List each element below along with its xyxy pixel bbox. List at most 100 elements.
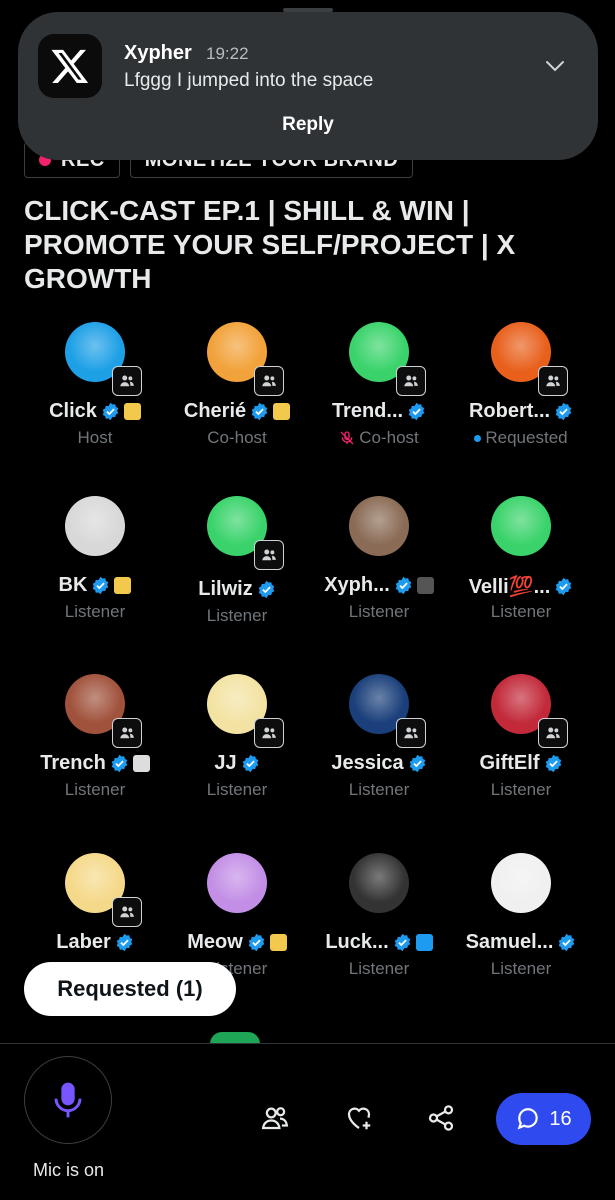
speaker-badge: [538, 718, 568, 748]
participant-role: Listener: [206, 606, 268, 625]
avatar[interactable]: [65, 496, 125, 556]
speaker-badge-icon: [262, 549, 276, 561]
speaker-badge: [254, 718, 284, 748]
participant-role: Listener: [490, 959, 552, 978]
participant-role-line: Listener: [304, 959, 454, 979]
verified-icon: [559, 933, 575, 952]
participant-name-line: Robert...: [446, 400, 596, 423]
participant-role: Listener: [490, 602, 552, 621]
participant-name: Laber: [56, 931, 111, 953]
speaker-badge: [538, 366, 568, 396]
avatar[interactable]: [491, 496, 551, 556]
participant-name-line: Click: [20, 400, 170, 423]
participant-name: Click: [49, 400, 97, 422]
verified-icon: [248, 933, 265, 952]
chat-button[interactable]: 16: [496, 1093, 591, 1145]
participant-name-line: Cherié: [162, 400, 312, 423]
participant-role: Requested: [485, 428, 568, 447]
participant-role-line: Listener: [446, 959, 596, 979]
participant-role-line: Host: [20, 428, 170, 448]
participant-role-line: Listener: [446, 602, 596, 622]
participant-name-line: GiftElf: [446, 752, 596, 775]
participant-name: Robert...: [468, 400, 551, 422]
participant-role-line: Listener: [162, 606, 312, 626]
space-title: CLICK-CAST EP.1 | SHILL & WIN | PROMOTE …: [24, 195, 516, 294]
speaker-badge-icon: [262, 375, 276, 387]
participant-role-line: Listener: [20, 780, 170, 800]
participant-role: Listener: [348, 959, 410, 978]
participant-role-line: Listener: [20, 602, 170, 622]
requested-button[interactable]: Requested (1): [24, 962, 236, 1016]
speaker-badge: [396, 718, 426, 748]
chat-icon: [517, 1108, 539, 1130]
emoji-icon: [123, 403, 141, 420]
participant-role: Co-host: [207, 428, 267, 447]
requested-dot-icon: [474, 434, 482, 442]
participant-role: Co-host: [359, 428, 419, 447]
verified-icon: [258, 580, 274, 599]
speaker-badge-icon: [546, 375, 560, 387]
notification-message: Lfggg I jumped into the space: [124, 70, 374, 91]
chevron-down-icon[interactable]: [543, 54, 567, 78]
speaker-badge-icon: [404, 727, 418, 739]
participant-name-line: Xyph...: [304, 574, 454, 597]
speaker-badge: [112, 897, 142, 927]
participant-name: Samuel...: [465, 931, 554, 953]
participant-role: Listener: [64, 780, 126, 799]
chat-count: 16: [549, 1107, 572, 1130]
speaker-badge-icon: [120, 906, 134, 918]
mic-button[interactable]: [24, 1056, 112, 1144]
avatar[interactable]: [349, 853, 409, 913]
verified-icon: [556, 577, 572, 596]
participant-name: Cherié: [183, 400, 247, 422]
participant-name-line: JJ: [162, 752, 312, 775]
participant-name: Jessica: [331, 752, 404, 774]
bottom-divider: [0, 1043, 615, 1044]
heart-plus-icon[interactable]: [342, 1101, 376, 1135]
share-icon[interactable]: [424, 1101, 458, 1135]
status-handle: [283, 8, 333, 12]
verified-icon: [116, 933, 132, 952]
verified-icon: [251, 402, 268, 421]
participant-role-line: Co-host: [162, 428, 312, 448]
participant-name-line: Jessica: [304, 752, 454, 775]
participant-role-line: Listener: [162, 780, 312, 800]
participant-role: Listener: [348, 602, 410, 621]
speaker-badge: [112, 366, 142, 396]
participant-name-line: Trend...: [304, 400, 454, 423]
avatar[interactable]: [207, 853, 267, 913]
muted-mic-icon: [340, 431, 354, 445]
participant-name: Trend...: [331, 400, 404, 422]
speaker-badge: [254, 366, 284, 396]
emoji-icon: [416, 577, 434, 594]
emoji-icon: [132, 755, 150, 772]
push-notification[interactable]: Xypher 19:22 Lfggg I jumped into the spa…: [18, 12, 598, 160]
participant-name-line: Luck...: [304, 931, 454, 954]
participant-name: Meow: [187, 931, 243, 953]
speaker-badge-icon: [546, 727, 560, 739]
participant-name: Xyph...: [324, 574, 390, 596]
verified-icon: [409, 754, 425, 773]
speaker-badge: [112, 718, 142, 748]
speaker-badge: [396, 366, 426, 396]
verified-icon: [394, 933, 410, 952]
speaker-badge-icon: [404, 375, 418, 387]
participant-role-line: Listener: [304, 780, 454, 800]
reply-button[interactable]: Reply: [18, 114, 598, 136]
participant-name: Trench: [40, 752, 106, 774]
participant-name: GiftElf: [479, 752, 540, 774]
participant-name-line: Laber: [20, 931, 170, 954]
verified-icon: [111, 754, 128, 773]
participant-role-line: Listener: [304, 602, 454, 622]
participant-role: Listener: [64, 602, 126, 621]
people-icon[interactable]: [258, 1101, 292, 1135]
participant-name-line: Meow: [162, 931, 312, 954]
participant-role-line: Co-host: [304, 428, 454, 448]
participant-role-line: Listener: [446, 780, 596, 800]
x-logo-icon: [38, 34, 102, 98]
notification-time: 19:22: [206, 44, 249, 63]
avatar[interactable]: [349, 496, 409, 556]
avatar[interactable]: [491, 853, 551, 913]
verified-icon: [242, 754, 258, 773]
participant-role: Listener: [348, 780, 410, 799]
